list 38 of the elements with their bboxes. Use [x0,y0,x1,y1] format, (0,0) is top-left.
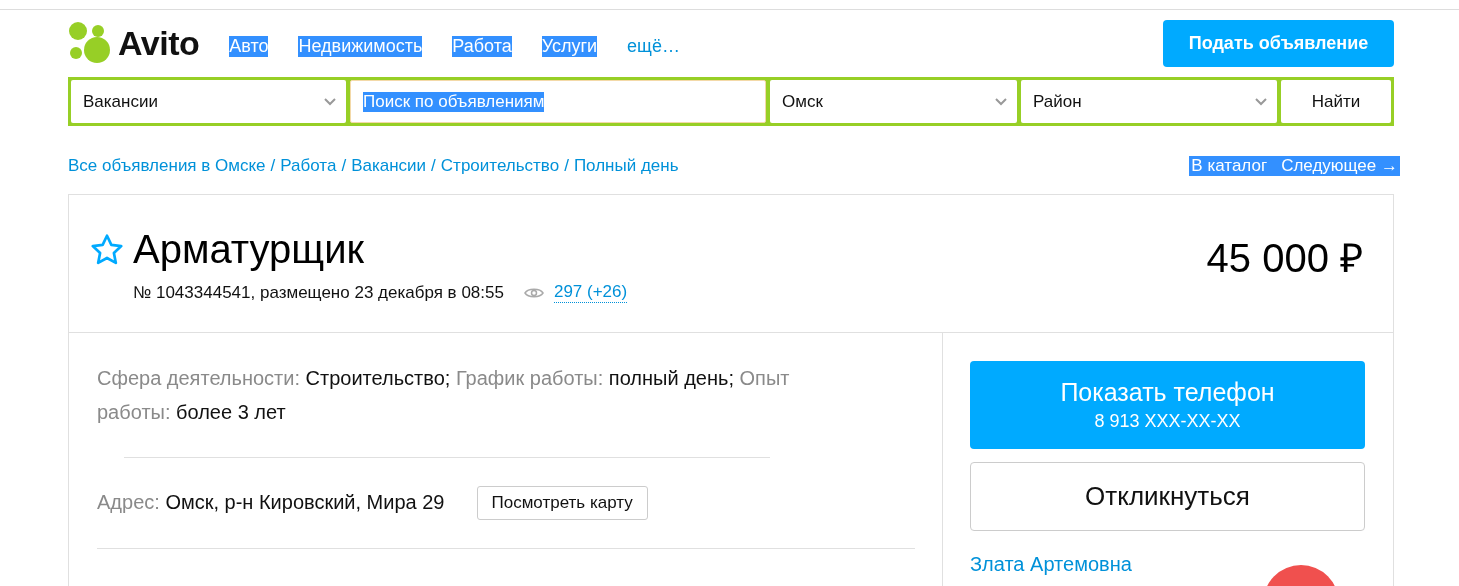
logo-dots-icon [68,21,112,65]
post-ad-button[interactable]: Подать объявление [1163,19,1394,67]
price: 45 000 ₽ [1206,235,1363,282]
city-select[interactable]: Омск [770,80,1017,123]
breadcrumb-link[interactable]: Работа [280,156,337,176]
breadcrumb-separator: / [431,156,436,176]
nav-link[interactable]: Недвижимость [298,35,423,57]
catalog-nav-link[interactable]: Следующее → [1281,156,1398,176]
breadcrumb-separator: / [270,156,276,176]
category-select[interactable]: Вакансии [71,80,346,123]
breadcrumb-link[interactable]: Вакансии [351,156,427,176]
logo-text[interactable]: Avito [118,23,200,63]
respond-button[interactable]: Откликнуться [970,462,1365,531]
breadcrumb-link[interactable]: Строительство [440,156,560,176]
listing-title: Арматурщик [133,227,365,272]
views-count[interactable]: 297 (+26) [553,282,628,303]
view-map-button[interactable]: Посмотреть карту [476,485,648,520]
job-details: Сфера деятельности: Строительство; График работы: полный день; Опыт работы: более 3 лет [97,361,797,457]
nav-link[interactable]: Авто [229,35,269,57]
chevron-down-icon [324,97,336,106]
nav-link[interactable]: Работа [452,35,512,57]
search-field[interactable]: Поиск по объявлениям [350,80,766,123]
breadcrumb-separator: / [564,156,569,176]
find-button[interactable]: Найти [1281,80,1391,123]
breadcrumb-link[interactable]: Полный день [573,156,679,176]
nav-link[interactable]: Услуги [541,35,598,57]
nav-link[interactable]: ещё… [627,35,680,57]
breadcrumb-separator: / [341,156,347,176]
district-select[interactable]: Район [1021,80,1277,123]
seller-name-link[interactable]: Злата Артемовна [970,553,1132,576]
show-phone-button[interactable]: Показать телефон 8 913 XXX-XX-XX [970,361,1365,449]
catalog-nav-link[interactable]: В каталог [1191,156,1268,176]
chevron-down-icon [1255,97,1267,106]
breadcrumb-link[interactable]: Все объявления в Омске [68,156,266,176]
listing-meta: № 1043344541, размещено 23 декабря в 08:55 [133,282,504,303]
eye-icon [523,286,544,299]
chevron-down-icon [995,97,1007,106]
address-text: Адрес: Омск, р-н Кировский, Мира 29 [97,491,445,514]
